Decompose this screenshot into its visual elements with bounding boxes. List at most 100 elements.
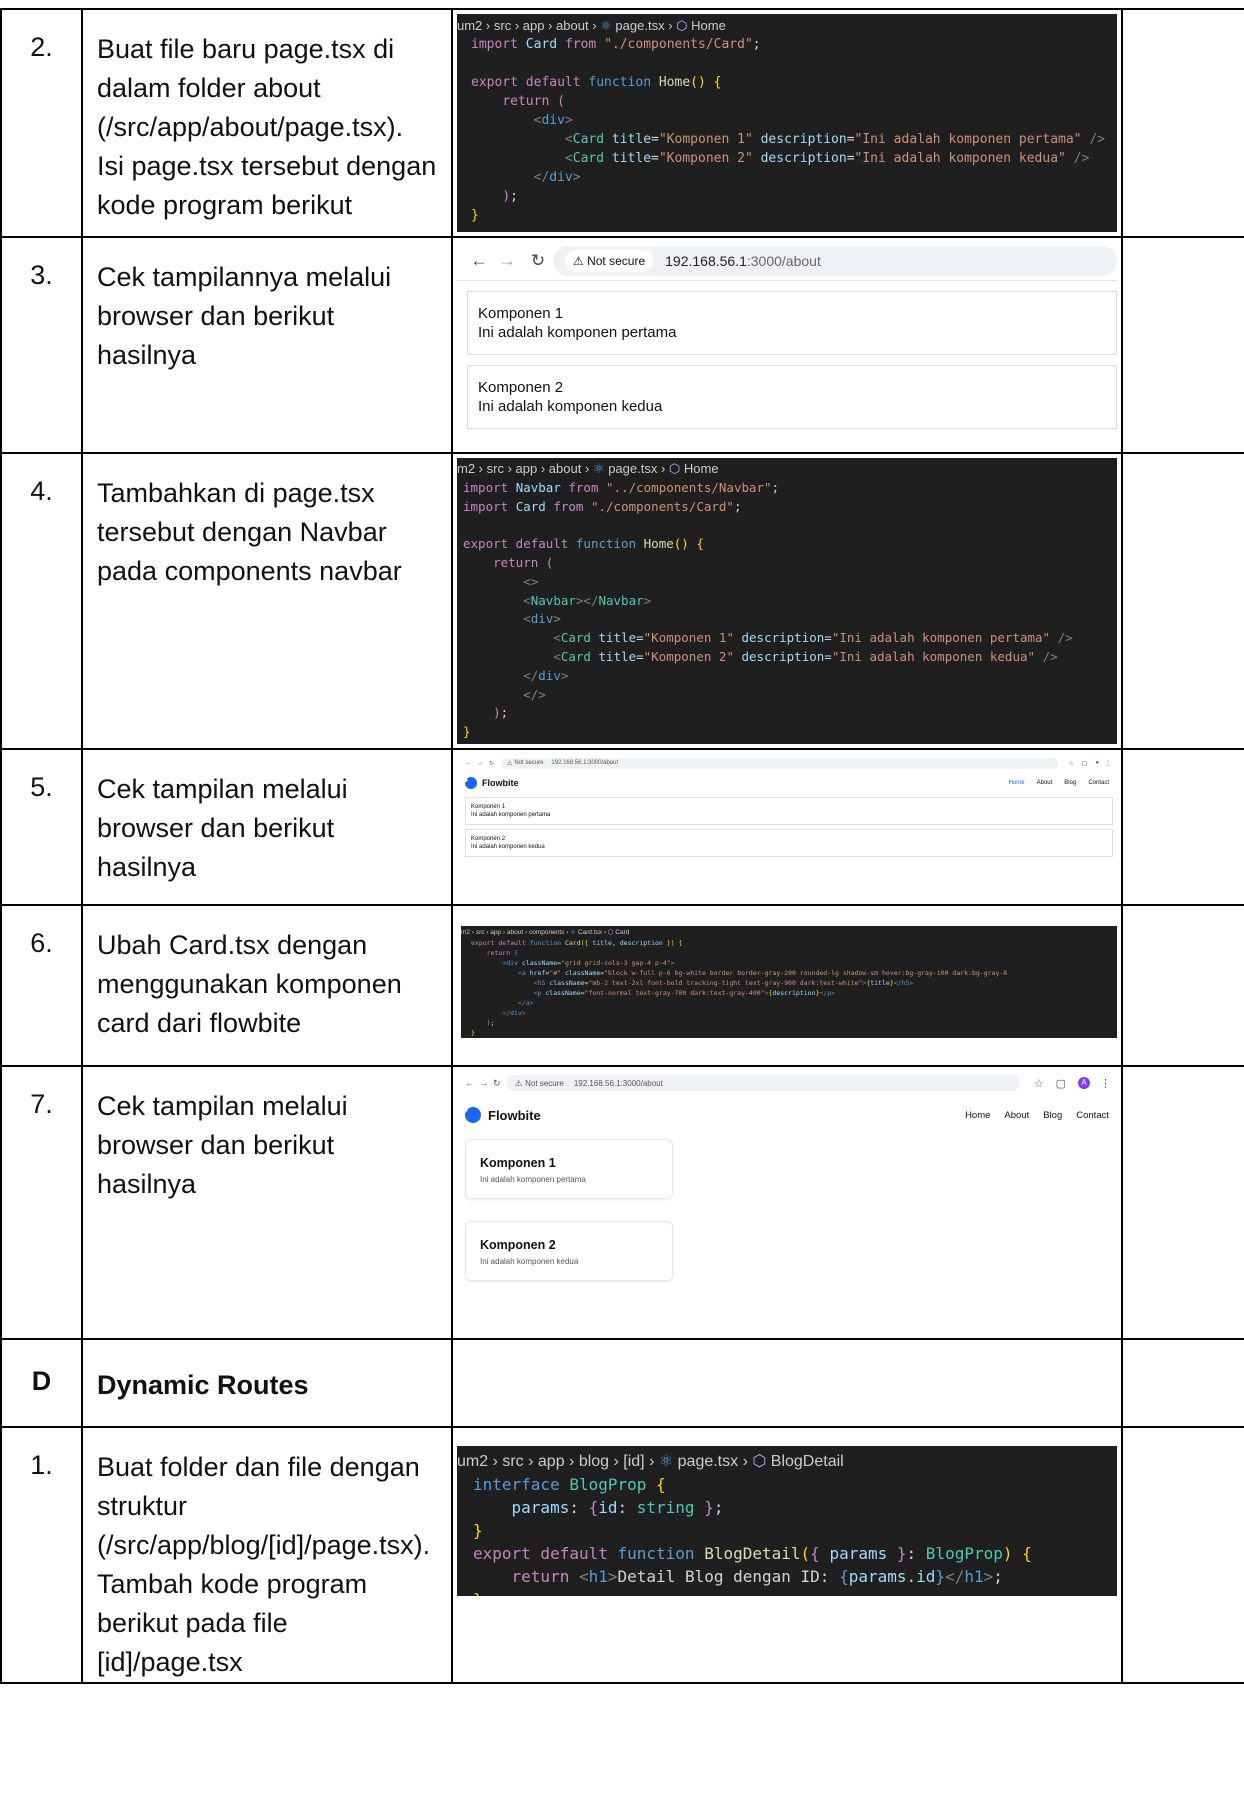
extensions-icon[interactable]: ▢: [1082, 760, 1088, 767]
component-icon: ⬡: [607, 929, 614, 936]
address-bar: ← → ↻ ⚠ Not secure 192.168.56.1:3000/abou…: [457, 754, 1117, 772]
code-line: <Card title="Komponen 1" description="In…: [564, 132, 1105, 147]
flowbite-card[interactable]: Komponen 2 Ini adalah komponen kedua: [465, 1221, 673, 1281]
step-description: Cek tampilannya melalui browser dan beri…: [81, 236, 453, 454]
nav-link-about[interactable]: About: [1004, 1110, 1029, 1121]
row-number: 1.: [0, 1426, 83, 1684]
url-bar[interactable]: ⚠ Not secure 192.168.56.1:3000/about: [507, 1075, 1020, 1091]
code-line: <Card title="Komponen 1" description="In…: [553, 630, 1073, 646]
row-number: 4.: [0, 452, 83, 750]
section-title: Dynamic Routes: [81, 1338, 453, 1428]
code-line: export default function BlogDetail({ par…: [473, 1544, 1032, 1563]
profile-icon[interactable]: ●: [1095, 760, 1099, 766]
code-line: return (: [486, 949, 518, 957]
nav-link-home[interactable]: Home: [965, 1110, 990, 1121]
row-number: 7.: [0, 1065, 83, 1340]
flowbite-card[interactable]: Komponen 1 Ini adalah komponen pertama: [465, 1139, 673, 1199]
nav-link-about[interactable]: About: [1037, 780, 1053, 786]
code-line: import Card from "./components/Card";: [463, 498, 742, 514]
code-line: }: [473, 1521, 483, 1540]
card-title: Komponen 2: [471, 836, 506, 842]
browser-screenshot: ← → ↻ ⚠ Not secure 192.168.56.1:3000/abou…: [457, 1071, 1117, 1333]
screenshot-cell: um2 › src › app › about › ⚛ page.tsx › ⬡…: [451, 8, 1123, 238]
table-row: 5. Cek tampilan melalui browser dan beri…: [0, 748, 1244, 906]
back-icon[interactable]: ←: [465, 1078, 479, 1088]
code-line: <h5 className="mb-2 text-2xl font-bold t…: [533, 979, 914, 987]
not-secure-badge[interactable]: ⚠ Not secure: [565, 250, 654, 272]
code-line: }: [471, 208, 479, 223]
back-icon[interactable]: ←: [467, 251, 491, 271]
table-row: D Dynamic Routes: [0, 1338, 1244, 1428]
forward-icon[interactable]: →: [491, 251, 523, 271]
profile-avatar[interactable]: A: [1078, 1077, 1090, 1089]
code-line: </div>: [523, 667, 569, 683]
nav-link-blog[interactable]: Blog: [1043, 1110, 1062, 1121]
nav-link-home[interactable]: Home: [1009, 780, 1025, 786]
code-line: <p className="font-normal text-gray-700 …: [533, 989, 836, 997]
card: Komponen 1 Ini adalah komponen pertama: [467, 291, 1117, 355]
star-icon[interactable]: ☆: [1034, 1077, 1044, 1090]
code-line: );: [502, 189, 518, 204]
screenshot-cell: ← → ↻ ⚠ Not secure 192.168.56.1:3000/abou…: [451, 748, 1123, 906]
url-text: 192.168.56.1:3000/about: [665, 253, 821, 269]
document-table: 2. Buat file baru page.tsx di dalam fold…: [0, 8, 1244, 1684]
table-row: 7. Cek tampilan melalui browser dan beri…: [0, 1065, 1244, 1340]
code-line: </div>: [533, 170, 581, 185]
row-number: 5.: [0, 748, 83, 906]
component-icon: ⬡: [752, 1453, 767, 1470]
star-icon[interactable]: ☆: [1068, 760, 1073, 767]
navbar: Flowbite Home About Blog Contact: [457, 772, 1117, 794]
section-letter: D: [0, 1338, 83, 1428]
card-description: Ini adalah komponen pertama: [480, 1175, 586, 1184]
navbar: Flowbite Home About Blog Contact: [457, 1095, 1117, 1131]
row-number: 2.: [0, 8, 83, 238]
reload-icon[interactable]: ↻: [523, 251, 553, 271]
react-file-icon: ⚛: [658, 1453, 674, 1470]
table-row: 6. Ubah Card.tsx dengan menggunakan komp…: [0, 904, 1244, 1067]
code-line: );: [493, 705, 509, 721]
nav-link-blog[interactable]: Blog: [1064, 780, 1076, 786]
code-line: import Navbar from "../components/Navbar…: [463, 479, 780, 495]
back-icon[interactable]: ←: [465, 760, 477, 766]
step-description: Cek tampilan melalui browser dan berikut…: [81, 1065, 453, 1340]
component-icon: ⬡: [668, 461, 681, 476]
brand-name[interactable]: Flowbite: [488, 1108, 541, 1123]
step-description: Buat file baru page.tsx di dalam folder …: [81, 8, 453, 238]
code-line: <div className="grid grid-cols-3 gap-4 p…: [502, 959, 675, 967]
menu-icon[interactable]: ⋮: [1105, 760, 1111, 767]
code-line: <Card title="Komponen 2" description="In…: [553, 648, 1058, 664]
code-line: </a>: [517, 999, 534, 1007]
reload-icon[interactable]: ↻: [493, 1078, 507, 1089]
card-title: Komponen 1: [478, 305, 564, 322]
card-description: Ini adalah komponen kedua: [480, 1257, 579, 1266]
code-line: <>: [523, 573, 539, 589]
nav-link-contact[interactable]: Contact: [1076, 1110, 1109, 1121]
code-line: return (: [493, 554, 554, 570]
screenshot-cell: um2 › src › app › blog › [id] › ⚛ page.t…: [451, 1426, 1123, 1684]
address-bar: ← → ↻ ⚠ Not secure 192.168.56.1:3000/abo…: [457, 242, 1117, 281]
brand-name[interactable]: Flowbite: [482, 778, 519, 788]
screenshot-cell: ← → ↻ ⚠ Not secure 192.168.56.1:3000/abo…: [451, 236, 1123, 454]
menu-icon[interactable]: ⋮: [1100, 1077, 1111, 1090]
url-bar[interactable]: ⚠ Not secure 192.168.56.1:3000/about: [553, 246, 1117, 276]
code-line: <a href="#" className="block w-full p-6 …: [517, 969, 1008, 977]
extensions-icon[interactable]: ▢: [1056, 1077, 1066, 1090]
address-bar: ← → ↻ ⚠ Not secure 192.168.56.1:3000/abou…: [457, 1071, 1117, 1095]
code-line: params: {id: string };: [511, 1498, 724, 1517]
step-description: Buat folder dan file dengan struktur (/s…: [81, 1426, 453, 1684]
forward-icon[interactable]: →: [477, 760, 489, 766]
reload-icon[interactable]: ↻: [489, 760, 501, 767]
breadcrumb: m2 › src › app › about › ⚛ page.tsx › ⬡ …: [457, 461, 719, 476]
nav-link-contact[interactable]: Contact: [1088, 780, 1109, 786]
table-row: 4. Tambahkan di page.tsx tersebut dengan…: [0, 452, 1244, 750]
code-line: return (: [502, 94, 565, 109]
flowbite-logo-icon: [465, 1107, 481, 1123]
code-screenshot: m2 › src › app › about › ⚛ page.tsx › ⬡ …: [457, 458, 1117, 744]
code-line: <div>: [533, 113, 573, 128]
forward-icon[interactable]: →: [479, 1078, 493, 1088]
react-file-icon: ⚛: [570, 929, 576, 936]
url-bar[interactable]: ⚠ Not secure 192.168.56.1:3000/about: [501, 757, 1059, 769]
browser-screenshot: ← → ↻ ⚠ Not secure 192.168.56.1:3000/abo…: [457, 242, 1117, 447]
card-title: Komponen 2: [478, 379, 564, 396]
